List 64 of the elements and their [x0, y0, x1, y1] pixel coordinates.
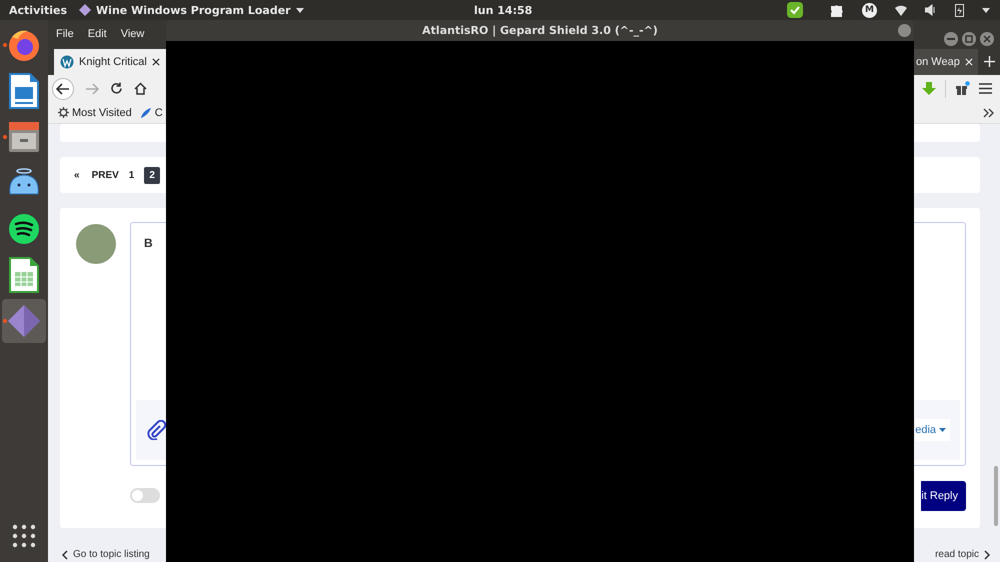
prev-link[interactable]: PREV: [92, 170, 119, 180]
close-button[interactable]: [980, 32, 994, 46]
menu-item[interactable]: Edit: [88, 28, 107, 40]
close-icon[interactable]: [152, 58, 160, 66]
browser-tab[interactable]: on Weap: [914, 49, 978, 75]
volume-icon[interactable]: [925, 4, 937, 16]
gift-icon[interactable]: [955, 81, 970, 96]
next-topic-link[interactable]: read topic: [935, 549, 990, 560]
media-button[interactable]: edia: [915, 419, 950, 441]
battery-icon[interactable]: [955, 3, 964, 17]
window-title: AtlantisRO | Gepard Shield 3.0 (^-_-^): [422, 24, 658, 37]
drawer-icon: [8, 121, 40, 153]
editor-box[interactable]: B: [130, 222, 166, 466]
bookmark-item[interactable]: Most Visited: [58, 106, 132, 118]
minimize-button[interactable]: [898, 24, 911, 37]
scrollbar-thumb[interactable]: [994, 466, 998, 526]
paperclip-icon[interactable]: [146, 420, 166, 440]
first-page-link[interactable]: «: [74, 170, 80, 180]
menu-item[interactable]: View: [120, 28, 144, 40]
maximize-icon: [965, 35, 973, 43]
gear-icon: [58, 107, 69, 118]
feather-icon: [140, 106, 152, 118]
chevron-left-icon: [62, 550, 68, 560]
bold-button[interactable]: B: [136, 228, 166, 258]
close-icon: [983, 35, 991, 43]
activities-button[interactable]: Activities: [9, 4, 68, 16]
maximize-button[interactable]: [962, 32, 976, 46]
page-link[interactable]: 1: [128, 170, 134, 180]
diamond-icon: [79, 4, 92, 16]
editor-box[interactable]: edia: [914, 222, 966, 466]
menu-item[interactable]: File: [56, 28, 74, 40]
card-background: [914, 124, 980, 142]
toggle-switch[interactable]: [130, 488, 160, 503]
home-icon[interactable]: [134, 82, 147, 95]
clock[interactable]: lun 14:58: [474, 4, 532, 16]
tray-letter-icon[interactable]: M: [862, 2, 877, 18]
caret-icon: [296, 8, 304, 12]
submit-reply-button[interactable]: it Reply: [921, 481, 966, 511]
caret-icon[interactable]: [982, 8, 990, 12]
minimize-icon: [947, 38, 955, 40]
back-button[interactable]: [52, 78, 74, 100]
app-menu[interactable]: Wine Windows Program Loader: [79, 4, 304, 16]
document-icon: [9, 73, 39, 109]
bookmark-item[interactable]: C: [140, 106, 163, 118]
browser-tab[interactable]: Knight Critical: [54, 49, 166, 75]
chevron-right-icon: [984, 550, 990, 560]
chevron-icon[interactable]: [983, 108, 994, 118]
topic-listing-link[interactable]: Go to topic listing: [62, 549, 150, 560]
spreadsheet-icon: [9, 257, 39, 293]
site-logo-icon: [60, 55, 74, 69]
page-link[interactable]: 2: [144, 166, 160, 184]
avatar-photo-placeholder: [76, 224, 116, 264]
menu-icon[interactable]: [979, 83, 992, 94]
diamond-icon: [7, 304, 41, 338]
sound-waves-icon: [8, 213, 40, 245]
app-grid-icon[interactable]: [12, 524, 36, 548]
caret-icon: [939, 428, 946, 432]
reload-icon[interactable]: [110, 82, 123, 95]
back-arrow-icon: [56, 82, 70, 94]
check-icon[interactable]: [787, 2, 803, 18]
minimize-button[interactable]: [944, 32, 958, 46]
wifi-icon[interactable]: [895, 4, 907, 16]
pagination-bar: [914, 157, 980, 193]
plus-icon[interactable]: [984, 56, 995, 67]
